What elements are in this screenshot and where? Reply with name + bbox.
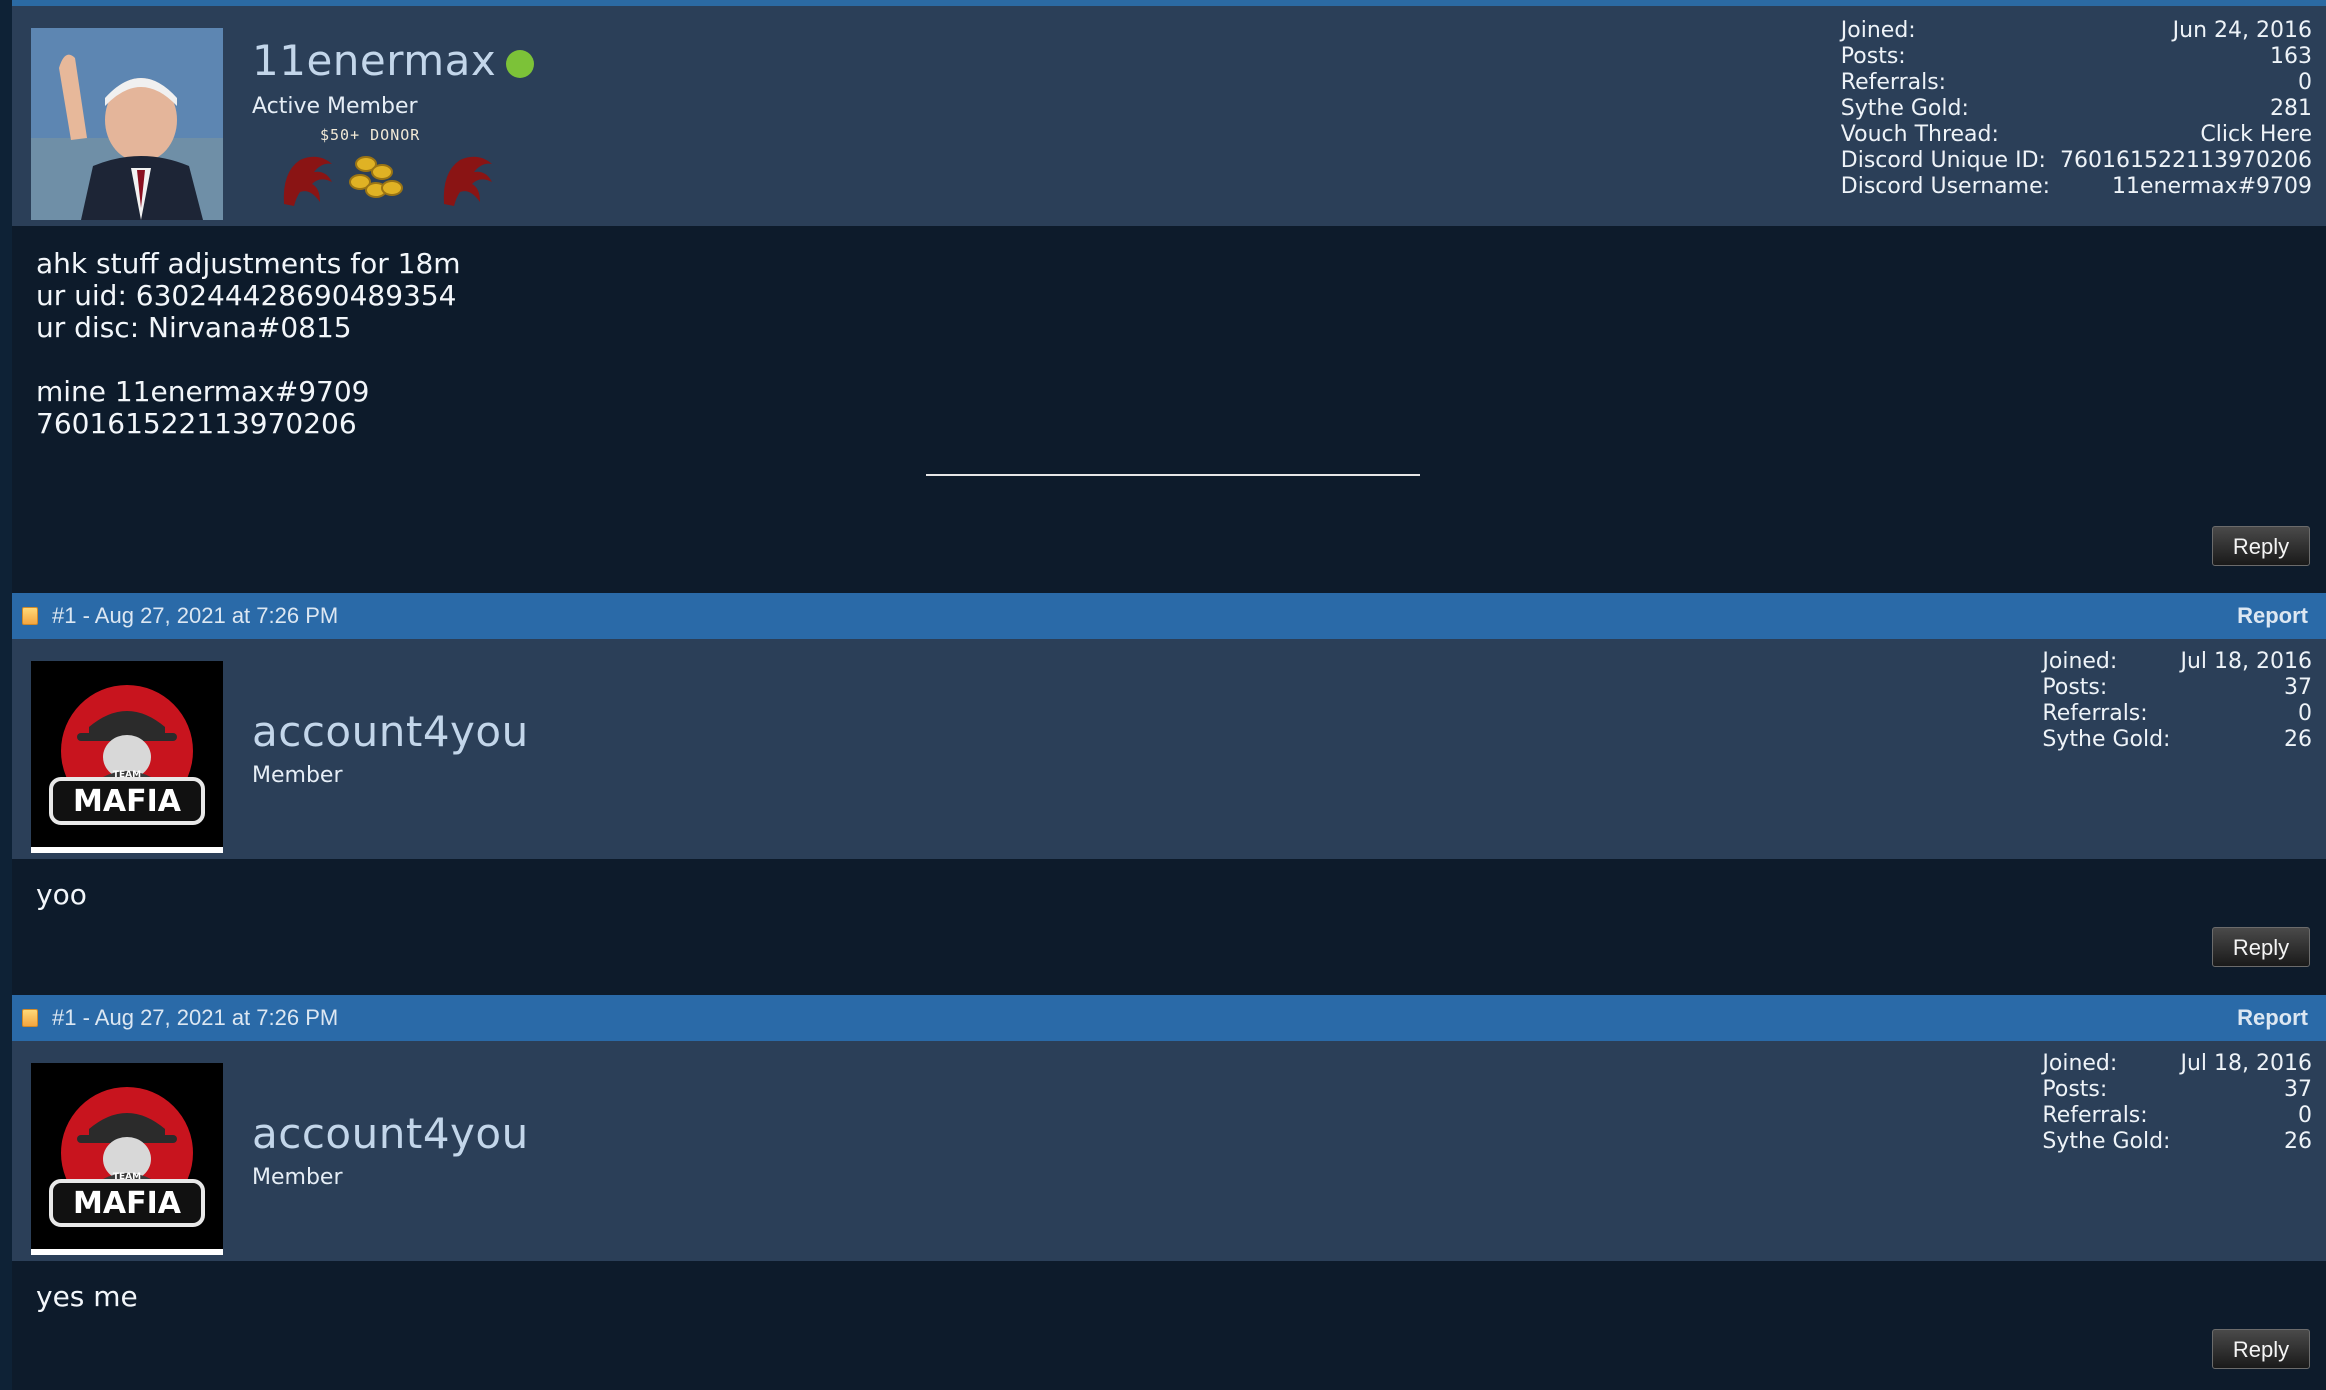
post-icon [22,607,38,625]
page-gutter [0,0,12,1390]
stat-joined: Joined: Jul 18, 2016 [2042,649,2312,674]
stat-sythe-gold: Sythe Gold: 281 [1840,96,2312,121]
username[interactable]: account4you [252,1109,529,1158]
mafia-logo-icon: MAFIA TEAM [31,1063,223,1255]
avatar-photo-icon [31,28,223,220]
post-message: ahk stuff adjustments for 18m ur uid: 63… [36,247,461,440]
reply-button[interactable]: Reply [2212,927,2310,967]
signature-divider [926,474,1420,476]
avatar-text: MAFIA [73,784,182,819]
avatar-text: MAFIA [73,1186,182,1221]
user-panel: MAFIA TEAM account4you Member Joined: Jul… [12,1041,2326,1261]
post-header-bar: #1 - Aug 27, 2021 at 7:26 PM Report [12,593,2326,639]
stat-discord-username: Discord Username: 11enermax#9709 [1840,174,2312,199]
post-icon [22,1009,38,1027]
online-status-icon [506,50,534,78]
reply-button[interactable]: Reply [2212,1329,2310,1369]
post-meta[interactable]: #1 - Aug 27, 2021 at 7:26 PM [52,593,338,639]
avatar-small-text: TEAM [113,770,141,780]
stat-joined: Joined: Jun 24, 2016 [1840,18,2312,43]
user-stats-table: Joined: Jul 18, 2016 Posts: 37 Referrals: 0… [2042,1051,2312,1155]
username[interactable]: account4you [252,707,529,756]
user-title: Member [252,1165,343,1190]
avatar[interactable]: MAFIA TEAM [31,661,223,853]
forum-thread-page: 11enermax Active Member $50+ DONOR Joine… [0,0,2326,1390]
stat-posts: Posts: 37 [2042,675,2312,700]
avatar-small-text: TEAM [113,1172,141,1182]
stat-sythe-gold: Sythe Gold: 26 [2042,727,2312,752]
stat-referrals: Referrals: 0 [1840,70,2312,95]
stat-referrals: Referrals: 0 [2042,701,2312,726]
user-stats: Joined: Jul 18, 2016 Posts: 37 Referrals: 0… [2042,649,2312,753]
stat-sythe-gold: Sythe Gold: 26 [2042,1129,2312,1154]
user-stats-table: Joined: Jun 24, 2016 Posts: 163 Referrals:… [1841,18,2312,200]
post-body: ahk stuff adjustments for 18m ur uid: 63… [12,226,2326,593]
user-stats-table: Joined: Jul 18, 2016 Posts: 37 Referrals: 0… [2042,649,2312,753]
post-body: yoo Reply [12,859,2326,995]
report-link[interactable]: Report [2237,593,2308,639]
avatar[interactable] [31,28,223,220]
user-panel: MAFIA TEAM account4you Member Joined: Jul… [12,639,2326,859]
post-meta[interactable]: #1 - Aug 27, 2021 at 7:26 PM [52,995,338,1041]
post-message: yes me [36,1280,138,1313]
post-3: #1 - Aug 27, 2021 at 7:26 PM Report MAFI… [12,995,2326,1390]
username[interactable]: 11enermax [252,36,496,85]
mafia-logo-icon: MAFIA TEAM [31,661,223,853]
gold-coins-icon [349,156,403,198]
post-body: yes me Reply [12,1261,2326,1390]
user-title: Active Member [252,94,418,119]
stat-posts: Posts: 163 [1840,44,2312,69]
claw-icon [283,156,332,206]
post-message: yoo [36,878,87,911]
post-header-bar: #1 - Aug 27, 2021 at 7:26 PM Report [12,995,2326,1041]
post-2: #1 - Aug 27, 2021 at 7:26 PM Report MAFI… [12,593,2326,995]
vouch-thread-link[interactable]: Click Here [2050,122,2312,148]
stat-vouch-thread: Vouch Thread: Click Here [1840,122,2312,148]
stat-referrals: Referrals: 0 [2042,1103,2312,1128]
stat-joined: Joined: Jul 18, 2016 [2042,1051,2312,1076]
stat-discord-id: Discord Unique ID: 760161522113970206 [1840,148,2312,173]
stat-posts: Posts: 37 [2042,1077,2312,1102]
post-1: 11enermax Active Member $50+ DONOR Joine… [12,6,2326,593]
avatar[interactable]: MAFIA TEAM [31,1063,223,1255]
user-title: Member [252,763,343,788]
user-stats: Joined: Jun 24, 2016 Posts: 163 Referrals:… [1841,18,2312,200]
reply-button[interactable]: Reply [2212,526,2310,566]
user-panel: 11enermax Active Member $50+ DONOR Joine… [12,6,2326,226]
user-stats: Joined: Jul 18, 2016 Posts: 37 Referrals: 0… [2042,1051,2312,1155]
donor-badges-icon [283,156,492,206]
claw-icon [443,156,492,206]
report-link[interactable]: Report [2237,995,2308,1041]
